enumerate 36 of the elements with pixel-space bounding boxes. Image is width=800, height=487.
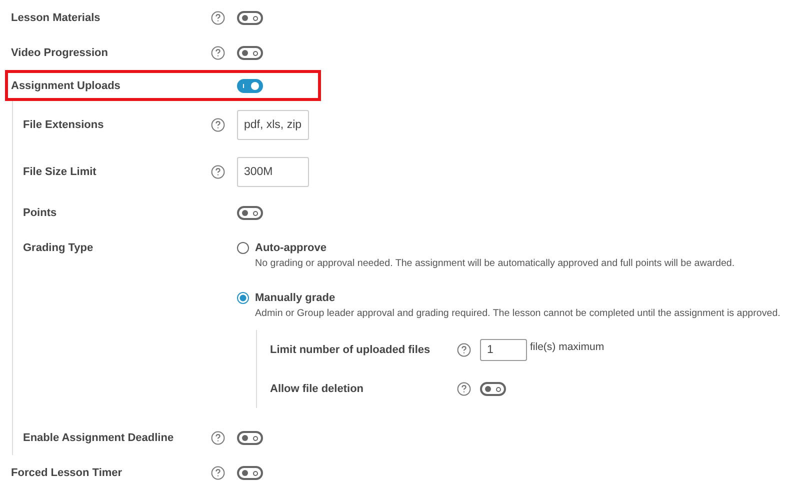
option-description: No grading or approval needed. The assignment will be automatically approved and full points will be awarded. [255,257,735,271]
setting-label: File Extensions [23,118,105,130]
input-field[interactable]: pdf, xls, zip [237,110,309,140]
help-icon[interactable] [211,466,225,480]
setting-label: Video Progression [11,46,109,58]
toggle-switch[interactable] [237,78,263,92]
help-icon[interactable] [211,46,225,60]
toggle-switch[interactable] [237,10,263,24]
setting-label: Enable Assignment Deadline [23,432,175,444]
input-field[interactable]: 300M [237,156,309,186]
toggle-switch[interactable] [237,466,263,480]
help-icon[interactable] [211,118,225,132]
setting-label: Limit number of uploaded files [270,344,432,356]
toggle-switch[interactable] [237,206,263,220]
option-label: Auto-approve [255,241,328,256]
setting-label: Points [23,206,58,218]
number-field[interactable]: 1 [480,338,527,360]
setting-label: Allow file deletion [270,382,365,394]
option-description: Admin or Group leader approval and grading required. The lesson cannot be completed until the assignment is approved. [255,307,780,321]
setting-label: Lesson Materials [11,12,102,24]
toggle-switch[interactable] [480,382,506,396]
help-icon[interactable] [457,342,471,356]
help-icon[interactable] [211,164,225,178]
toggle-switch[interactable] [237,430,263,444]
radio-button[interactable] [237,292,249,304]
radio-button[interactable] [237,242,249,254]
unit-label: file(s) maximum [530,340,604,352]
setting-label: Forced Lesson Timer [11,466,124,478]
help-icon[interactable] [457,382,471,396]
help-icon[interactable] [211,10,225,24]
setting-label: Grading Type [23,241,94,256]
option-label: Manually grade [255,291,336,306]
setting-label: File Size Limit [23,166,98,178]
toggle-switch[interactable] [237,46,263,60]
setting-label: Assignment Uploads [11,80,122,92]
help-icon[interactable] [211,430,225,444]
